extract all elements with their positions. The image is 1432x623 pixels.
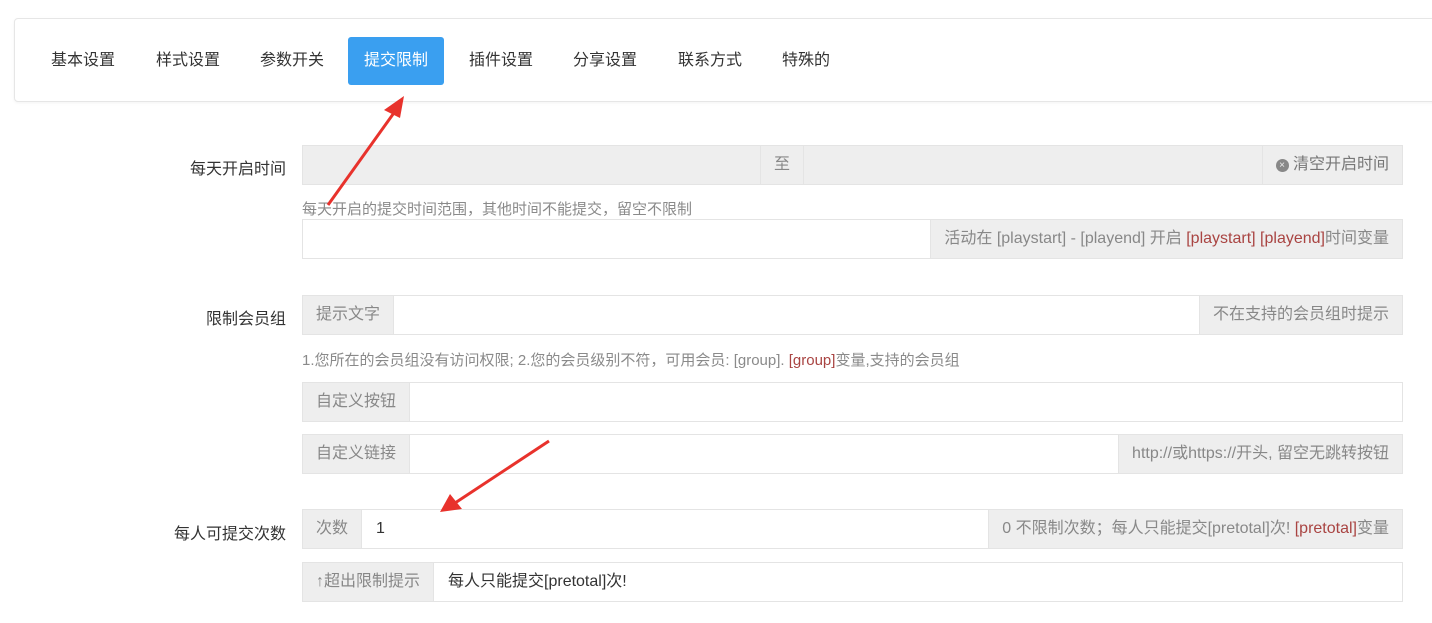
submit-count-group: 次数 0 不限制次数；每人只能提交[pretotal]次! [pretotal]…	[302, 509, 1403, 549]
time-message-group: 活动在 [playstart] - [playend] 开启 [playstar…	[302, 219, 1403, 259]
tab-contact[interactable]: 联系方式	[678, 37, 742, 85]
tab-share-settings[interactable]: 分享设置	[573, 37, 637, 85]
custom-button-addon: 自定义按钮	[303, 383, 411, 421]
start-time-input[interactable]	[303, 146, 760, 184]
end-time-input[interactable]	[804, 146, 1262, 184]
count-hint: 0 不限制次数；每人只能提交[pretotal]次! [pretotal]变量	[988, 510, 1402, 548]
member-group-label: 限制会员组	[205, 311, 286, 328]
count-addon: 次数	[303, 510, 363, 548]
clear-time-button[interactable]: × 清空开启时间	[1261, 146, 1402, 184]
tab-parameter-switches[interactable]: 参数开关	[260, 37, 324, 85]
tab-basic-settings[interactable]: 基本设置	[51, 37, 115, 85]
tab-bar: 基本设置 样式设置 参数开关 提交限制 插件设置 分享设置 联系方式 特殊的 🗑	[14, 18, 1432, 102]
member-group-prompt-group: 提示文字 不在支持的会员组时提示	[302, 295, 1403, 335]
close-circle-icon: ×	[1275, 159, 1289, 172]
exceed-message-input[interactable]	[434, 563, 1402, 601]
custom-link-input[interactable]	[410, 435, 1119, 473]
tab-style-settings[interactable]: 样式设置	[156, 37, 220, 85]
tab-submit-limit[interactable]: 提交限制	[348, 37, 445, 85]
submit-count-input[interactable]	[362, 510, 989, 548]
prompt-text-addon: 提示文字	[303, 296, 395, 334]
member-group-help: 1.您所在的会员组没有访问权限; 2.您的会员级别不符，可用会员: [group…	[302, 352, 960, 369]
custom-link-hint: http://或https://开头, 留空无跳转按钮	[1118, 435, 1402, 473]
exceed-addon: ↑超出限制提示	[303, 563, 435, 601]
custom-link-group: 自定义链接 http://或https://开头, 留空无跳转按钮	[302, 434, 1403, 474]
tab-special[interactable]: 特殊的	[782, 37, 830, 85]
prompt-text-input[interactable]	[394, 296, 1199, 334]
tab-plugin-settings[interactable]: 插件设置	[469, 37, 533, 85]
daily-time-range: 至 × 清空开启时间	[302, 145, 1403, 185]
custom-button-input[interactable]	[410, 383, 1402, 421]
exceed-message-group: ↑超出限制提示	[302, 562, 1403, 602]
custom-link-addon: 自定义链接	[303, 435, 411, 473]
custom-button-group: 自定义按钮	[302, 382, 1403, 422]
range-separator: 至	[760, 146, 805, 184]
prompt-hint: 不在支持的会员组时提示	[1198, 296, 1402, 334]
submit-count-label: 每人可提交次数	[173, 526, 286, 543]
daily-time-label: 每天开启时间	[189, 161, 286, 178]
time-message-hint: 活动在 [playstart] - [playend] 开启 [playstar…	[930, 220, 1402, 258]
time-message-input[interactable]	[303, 220, 931, 258]
daily-time-help: 每天开启的提交时间范围，其他时间不能提交，留空不限制	[302, 201, 693, 218]
